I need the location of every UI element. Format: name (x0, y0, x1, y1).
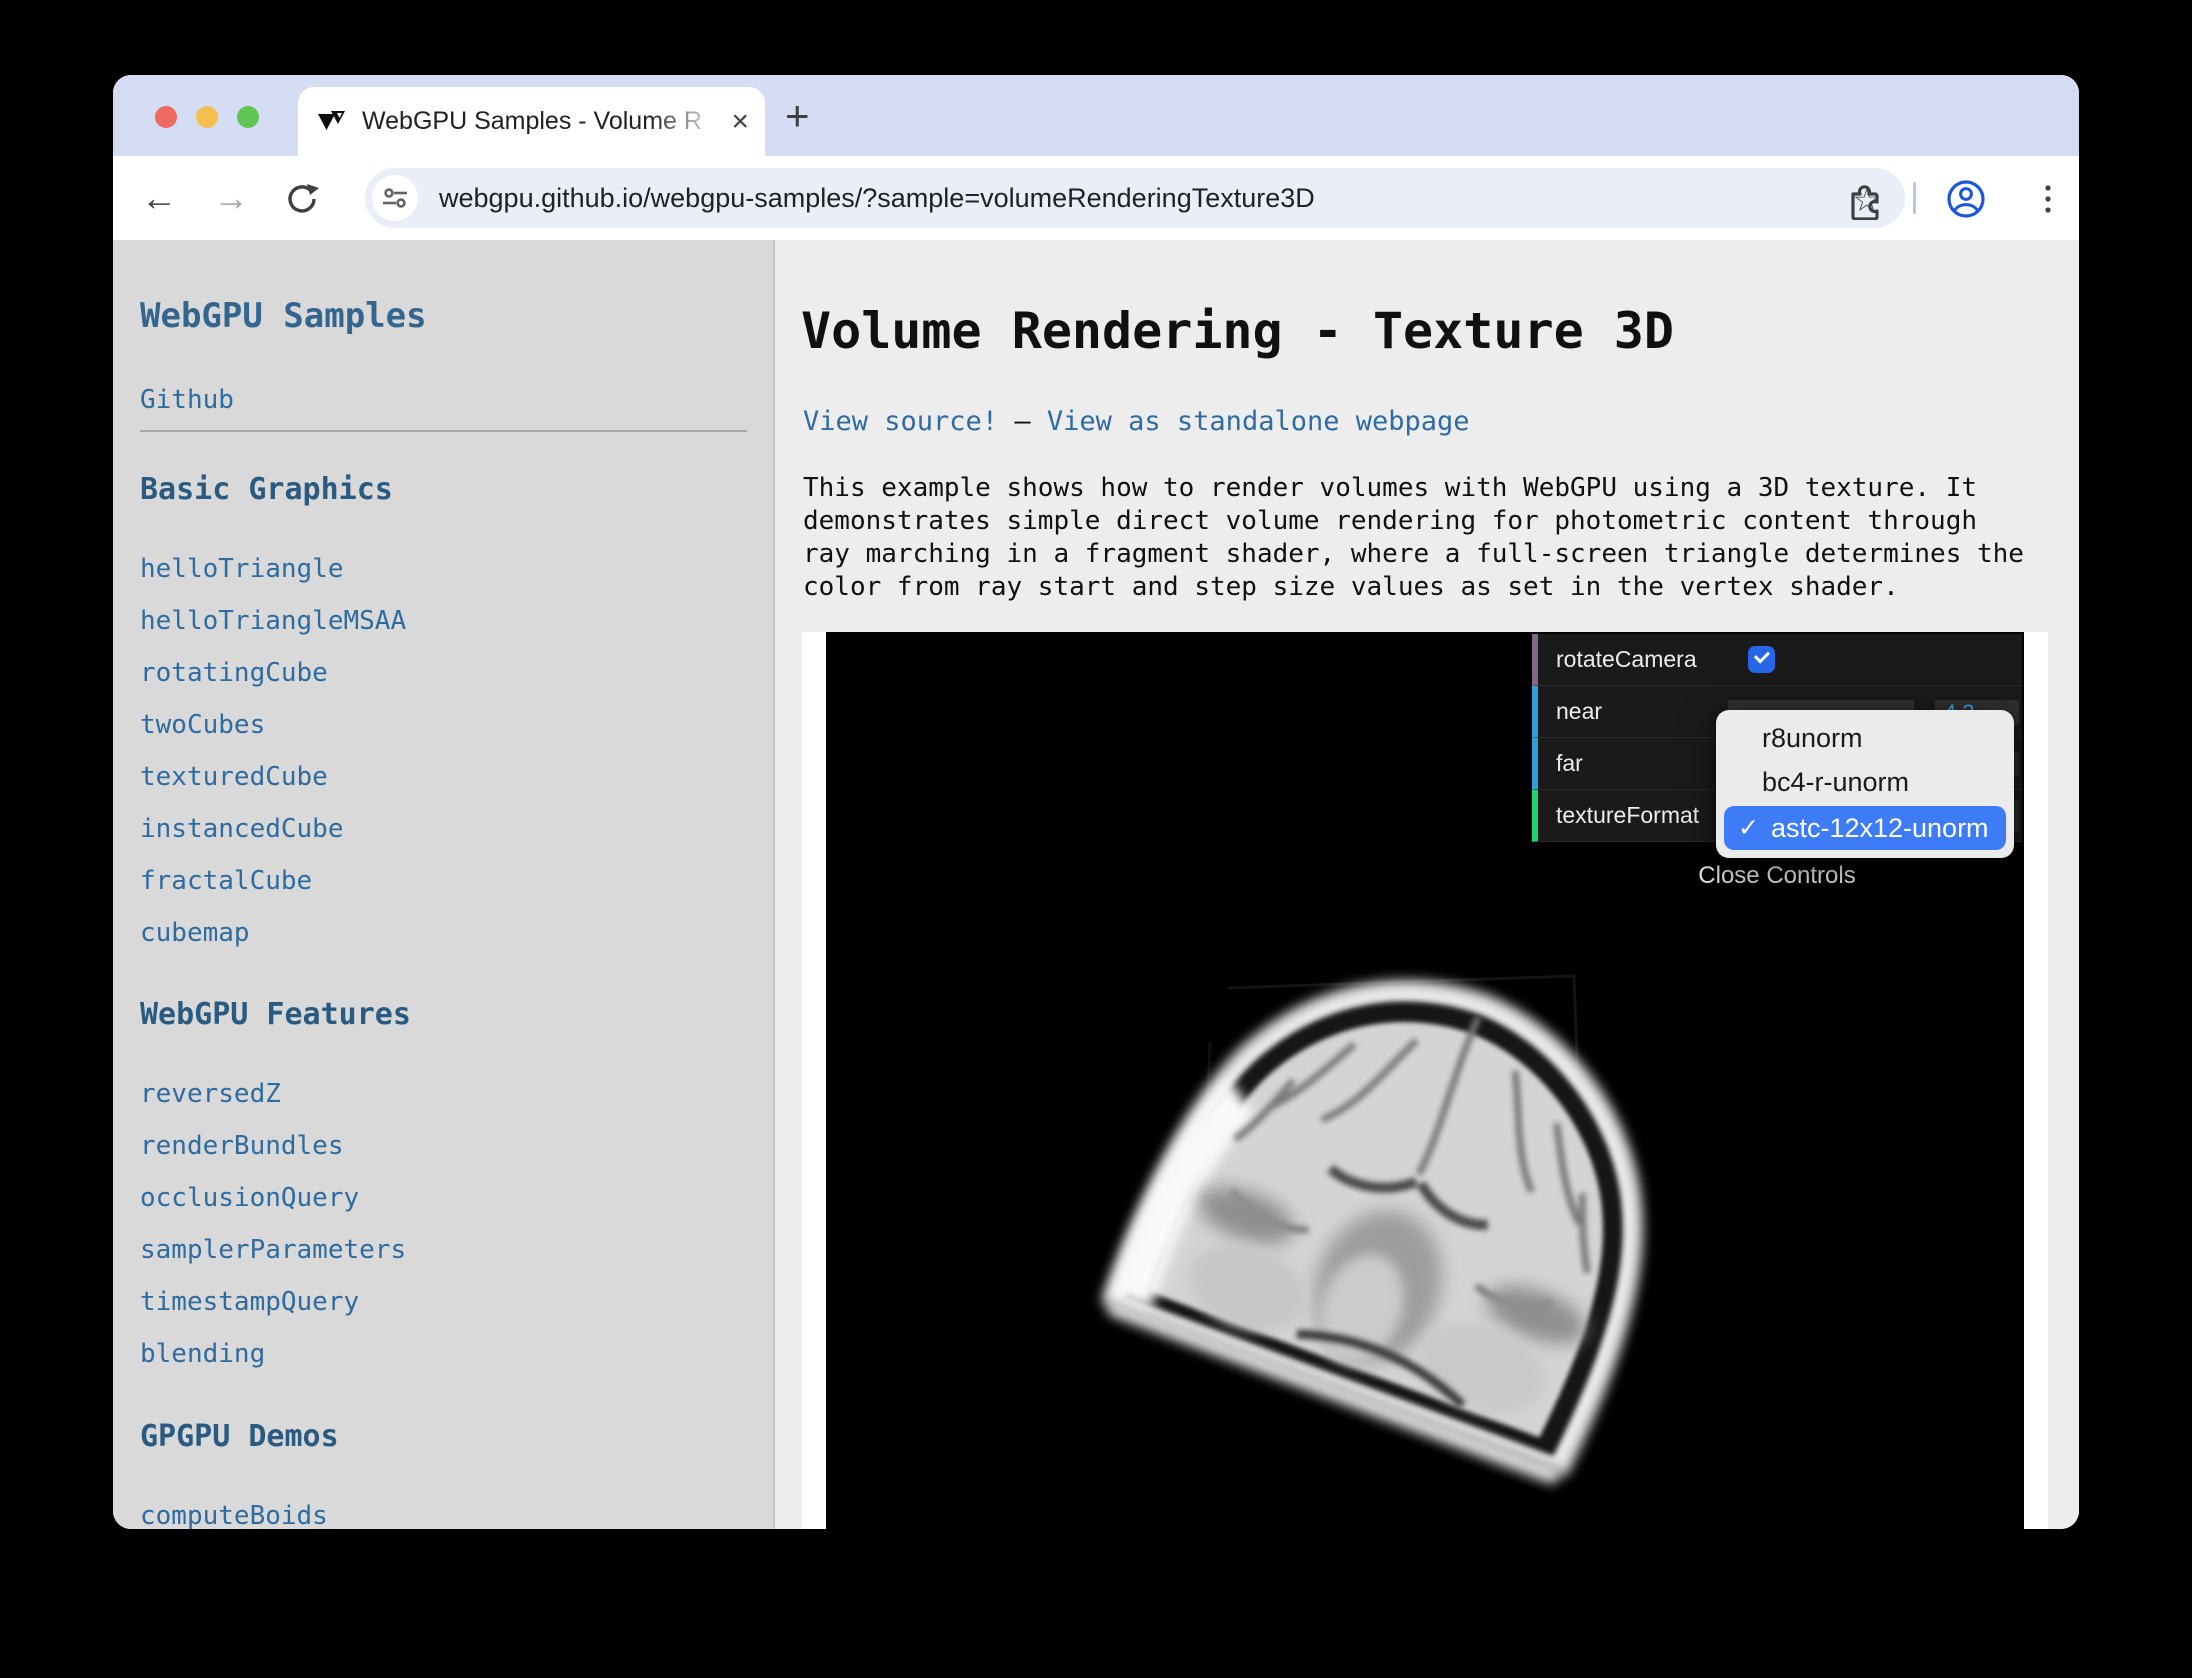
github-link[interactable]: Github (140, 385, 773, 415)
reload-icon[interactable] (283, 180, 321, 218)
gui-label-far: far (1556, 738, 1583, 790)
sidebar-item-renderBundles[interactable]: renderBundles (140, 1132, 773, 1160)
description-line: ray marching in a fragment shader, where… (803, 538, 2024, 571)
page-content: WebGPU Samples Github Basic Graphics hel… (113, 240, 2079, 1529)
gui-row-rotateCamera: rotateCamera (1532, 634, 2022, 686)
tab-strip: WebGPU Samples - Volume R × + (113, 75, 2079, 156)
dropdown-option-astc-12x12-unorm[interactable]: ✓ astc-12x12-unorm (1724, 806, 2006, 850)
tab-close-icon[interactable]: × (731, 107, 749, 137)
forward-icon[interactable]: → (213, 176, 249, 220)
sidebar-item-helloTriangleMSAA[interactable]: helloTriangleMSAA (140, 607, 773, 635)
menu-dots-icon[interactable] (2027, 178, 2069, 220)
browser-tab[interactable]: WebGPU Samples - Volume R × (298, 87, 765, 156)
tab-title: WebGPU Samples - Volume R (362, 107, 731, 136)
sidebar-item-instancedCube[interactable]: instancedCube (140, 815, 773, 843)
sidebar-item-twoCubes[interactable]: twoCubes (140, 711, 773, 739)
close-window-button[interactable] (155, 106, 177, 128)
profile-icon[interactable] (1945, 178, 1987, 220)
texture-format-dropdown: r8unorm bc4-r-unorm ✓ astc-12x12-unorm (1716, 710, 2014, 858)
section-heading-basic-graphics: Basic Graphics (140, 472, 773, 508)
sidebar-title: WebGPU Samples (140, 296, 773, 336)
sidebar-item-helloTriangle[interactable]: helloTriangle (140, 555, 773, 583)
new-tab-button[interactable]: + (785, 93, 810, 139)
url-text[interactable]: webgpu.github.io/webgpu-samples/?sample=… (439, 168, 1315, 228)
rotate-camera-checkbox[interactable] (1748, 646, 1775, 673)
extensions-icon[interactable] (1843, 178, 1885, 220)
screenshot-background: WebGPU Samples - Volume R × + ← → (0, 0, 2192, 1678)
gui-label-rotateCamera: rotateCamera (1556, 634, 1697, 686)
browser-window: WebGPU Samples - Volume R × + ← → (113, 75, 2079, 1529)
sidebar-item-texturedCube[interactable]: texturedCube (140, 763, 773, 791)
gui-label-near: near (1556, 686, 1602, 738)
section-heading-gpgpu-demos: GPGPU Demos (140, 1419, 773, 1455)
sidebar-item-fractalCube[interactable]: fractalCube (140, 867, 773, 895)
dropdown-option-r8unorm[interactable]: r8unorm (1716, 716, 2014, 760)
close-controls-button[interactable]: Close Controls (1532, 862, 2022, 890)
webgpu-favicon (318, 111, 348, 133)
sidebar-item-rotatingCube[interactable]: rotatingCube (140, 659, 773, 687)
webgpu-canvas[interactable]: rotateCamera near 4.3 far (826, 632, 2024, 1529)
section-heading-webgpu-features: WebGPU Features (140, 997, 773, 1033)
sample-description: This example shows how to render volumes… (803, 472, 2024, 604)
sidebar-item-occlusionQuery[interactable]: occlusionQuery (140, 1184, 773, 1212)
page-title: Volume Rendering - Texture 3D (801, 302, 1674, 360)
site-settings-icon[interactable] (372, 175, 418, 221)
minimize-window-button[interactable] (196, 106, 218, 128)
demo-container: rotateCamera near 4.3 far (802, 632, 2048, 1529)
sample-main-pane: Volume Rendering - Texture 3D View sourc… (775, 240, 2079, 1529)
checkmark-icon: ✓ (1738, 813, 1759, 843)
samples-sidebar: WebGPU Samples Github Basic Graphics hel… (113, 240, 775, 1529)
sidebar-item-reversedZ[interactable]: reversedZ (140, 1080, 773, 1108)
gui-label-textureFormat: textureFormat (1556, 790, 1699, 842)
dropdown-selected-label: astc-12x12-unorm (1771, 813, 1989, 844)
sidebar-divider (140, 430, 747, 432)
toolbar-separator (1913, 182, 1916, 214)
zoom-window-button[interactable] (237, 106, 259, 128)
sidebar-item-timestampQuery[interactable]: timestampQuery (140, 1288, 773, 1316)
description-line: color from ray start and step size value… (803, 571, 2024, 604)
sample-links-row: View source! — View as standalone webpag… (803, 406, 1470, 437)
sidebar-item-computeBoids[interactable]: computeBoids (140, 1502, 773, 1529)
sidebar-item-samplerParameters[interactable]: samplerParameters (140, 1236, 773, 1264)
link-separator: — (1014, 406, 1030, 437)
description-line: demonstrates simple direct volume render… (803, 505, 2024, 538)
back-icon[interactable]: ← (141, 176, 177, 220)
view-source-link[interactable]: View source! (803, 406, 998, 437)
browser-toolbar: ← → webgpu.github.io/webgpu-samples/?sam… (113, 156, 2079, 240)
description-line: This example shows how to render volumes… (803, 472, 2024, 505)
dropdown-option-bc4-r-unorm[interactable]: bc4-r-unorm (1716, 760, 2014, 804)
address-bar[interactable]: webgpu.github.io/webgpu-samples/?sample=… (365, 168, 1905, 228)
standalone-webpage-link[interactable]: View as standalone webpage (1047, 406, 1470, 437)
sidebar-item-blending[interactable]: blending (140, 1340, 773, 1368)
sidebar-item-cubemap[interactable]: cubemap (140, 919, 773, 947)
